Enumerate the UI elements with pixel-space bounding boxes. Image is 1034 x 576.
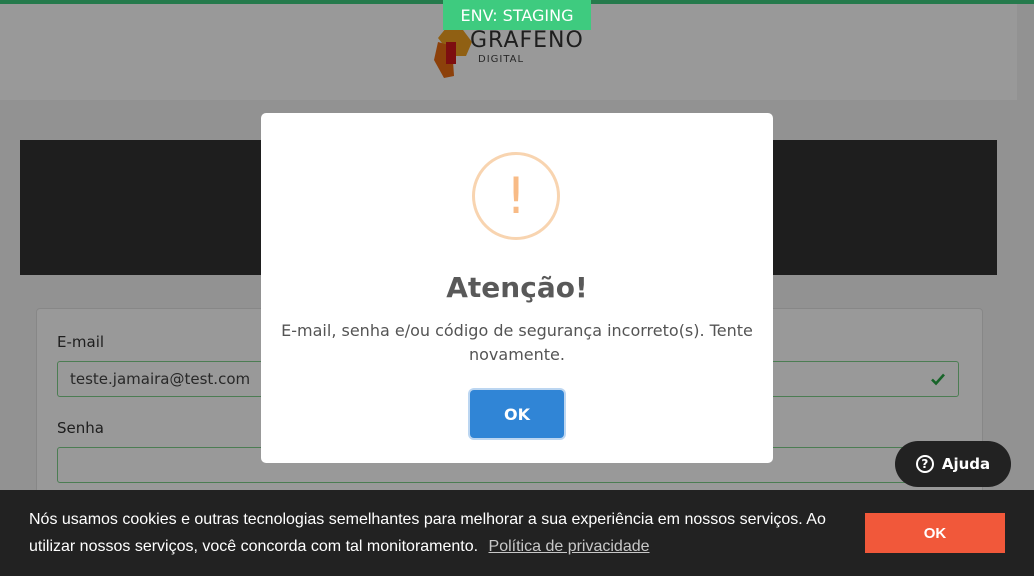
cookie-message: Nós usamos cookies e outras tecnologias … xyxy=(29,506,839,560)
warning-glyph: ! xyxy=(505,167,527,225)
help-label: Ajuda xyxy=(941,455,991,473)
cookie-banner: Nós usamos cookies e outras tecnologias … xyxy=(0,490,1034,576)
modal-message: E-mail, senha e/ou código de segurança i… xyxy=(281,321,753,364)
help-button[interactable]: ? Ajuda xyxy=(895,441,1011,487)
modal-ok-button[interactable]: OK xyxy=(470,390,564,438)
env-badge: ENV: STAGING xyxy=(443,0,591,30)
alert-modal: ! Atenção! E-mail, senha e/ou código de … xyxy=(261,113,773,463)
warning-icon: ! xyxy=(472,152,560,240)
modal-title: Atenção! xyxy=(446,271,588,304)
privacy-policy-link[interactable]: Política de privacidade xyxy=(489,538,650,555)
cookie-text: Nós usamos cookies e outras tecnologias … xyxy=(29,511,826,555)
help-icon: ? xyxy=(915,455,934,473)
cookie-ok-button[interactable]: OK xyxy=(865,513,1005,553)
